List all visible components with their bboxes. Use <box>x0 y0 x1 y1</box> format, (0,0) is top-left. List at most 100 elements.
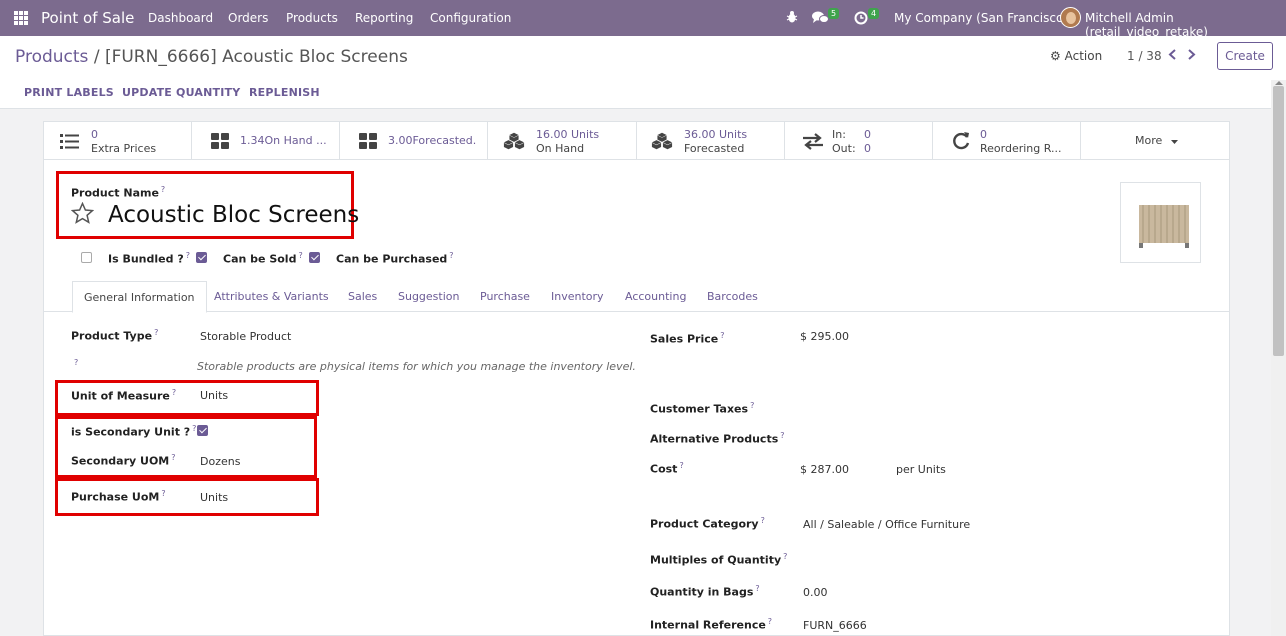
tab-purchase[interactable]: Purchase <box>480 290 530 303</box>
sales-price-label: Sales Price? <box>650 331 725 346</box>
bug-icon[interactable] <box>786 10 798 24</box>
breadcrumb: Products / [FURN_6666] Acoustic Bloc Scr… <box>15 47 408 67</box>
scroll-up-arrow-icon[interactable] <box>1275 81 1283 85</box>
on-hand-label: On Hand <box>536 142 585 155</box>
control-panel: Products / [FURN_6666] Acoustic Bloc Scr… <box>0 36 1286 109</box>
chevron-left-icon[interactable] <box>1168 49 1177 60</box>
extra-prices-button[interactable]: 0 Extra Prices <box>44 122 192 160</box>
user-avatar[interactable] <box>1060 7 1081 28</box>
vertical-scrollbar[interactable] <box>1271 80 1286 636</box>
exchange-arrows-icon <box>803 133 823 150</box>
reordering-count: 0 <box>980 128 987 141</box>
activities-clock-icon[interactable] <box>854 11 868 25</box>
is-secondary-unit-label: is Secondary Unit ?? <box>71 424 197 439</box>
messages-icon[interactable] <box>812 11 829 24</box>
action-label: Action <box>1064 49 1103 63</box>
product-category-label: Product Category? <box>650 516 765 531</box>
secondary-uom-label: Secondary UOM? <box>71 453 176 468</box>
purchase-uom-field[interactable]: Units <box>200 491 228 504</box>
reordering-rules-button[interactable]: 0 Reordering R... <box>933 122 1081 160</box>
can-be-sold-checkbox[interactable] <box>196 252 207 263</box>
extra-prices-label: Extra Prices <box>91 142 157 155</box>
form-tabs: General Information Attributes & Variant… <box>44 281 1229 313</box>
on-hand-variant-button[interactable]: 1.34On Hand ... <box>192 122 340 160</box>
secondary-uom-field[interactable]: Dozens <box>200 455 240 468</box>
forecasted-variant-button[interactable]: 3.00Forecasted. <box>340 122 488 160</box>
acoustic-screen-image <box>1139 205 1189 248</box>
uom-field[interactable]: Units <box>200 389 228 402</box>
grid-icon <box>359 133 377 149</box>
on-hand-value: 16.00 Units <box>536 128 600 141</box>
menu-configuration[interactable]: Configuration <box>430 11 511 25</box>
in-label: In: <box>832 128 846 141</box>
forecasted-variant-label: 3.00Forecasted. <box>388 134 477 147</box>
is-bundled-label: Is Bundled ?? <box>108 251 190 266</box>
product-name-label: Product Name? <box>71 185 166 200</box>
product-type-select[interactable]: Storable Product <box>200 330 291 343</box>
breadcrumb-products-link[interactable]: Products <box>15 47 88 67</box>
smart-buttons-bar: 0 Extra Prices 1.34On Hand ... 3.00Forec… <box>44 122 1229 160</box>
tab-sales[interactable]: Sales <box>348 290 377 303</box>
form-sheet: 0 Extra Prices 1.34On Hand ... 3.00Forec… <box>43 121 1230 636</box>
update-quantity-button[interactable]: UPDATE QUANTITY <box>122 86 240 99</box>
tab-barcodes[interactable]: Barcodes <box>707 290 758 303</box>
tab-attributes-variants[interactable]: Attributes & Variants <box>214 290 329 303</box>
on-hand-button[interactable]: 16.00 Units On Hand <box>488 122 637 160</box>
menu-products[interactable]: Products <box>286 11 338 25</box>
reordering-label: Reordering R... <box>980 142 1062 155</box>
multiples-of-quantity-label: Multiples of Quantity? <box>650 552 788 567</box>
on-hand-variant-label: 1.34On Hand ... <box>240 134 327 147</box>
product-category-field[interactable]: All / Saleable / Office Furniture <box>803 518 970 531</box>
caret-down-icon <box>1171 140 1178 144</box>
breadcrumb-current: [FURN_6666] Acoustic Bloc Screens <box>104 47 408 67</box>
top-navbar: Point of Sale Dashboard Orders Products … <box>0 0 1286 39</box>
tab-accounting[interactable]: Accounting <box>625 290 686 303</box>
cost-field[interactable]: $ 287.00 <box>800 463 849 476</box>
is-bundled-checkbox[interactable] <box>81 252 92 263</box>
product-type-help-text: Storable products are physical items for… <box>197 360 636 373</box>
sales-price-field[interactable]: $ 295.00 <box>800 330 849 343</box>
tab-general-information[interactable]: General Information <box>72 281 207 313</box>
replenish-button[interactable]: REPLENISH <box>249 86 320 99</box>
purchase-uom-label: Purchase UoM? <box>71 489 166 504</box>
list-icon <box>60 134 79 149</box>
user-menu[interactable]: Mitchell Admin (retail_video_retake) <box>1085 11 1286 39</box>
cost-unit-text: per Units <box>896 463 946 476</box>
menu-orders[interactable]: Orders <box>228 11 268 25</box>
can-be-purchased-checkbox[interactable] <box>309 252 320 263</box>
tab-suggestion[interactable]: Suggestion <box>398 290 460 303</box>
tab-inventory[interactable]: Inventory <box>551 290 604 303</box>
customer-taxes-label: Customer Taxes? <box>650 401 755 416</box>
app-name[interactable]: Point of Sale <box>41 9 134 27</box>
help-tooltip-icon[interactable]: ? <box>74 358 78 367</box>
scrollbar-thumb[interactable] <box>1273 86 1284 356</box>
forecasted-button[interactable]: 36.00 Units Forecasted <box>637 122 785 160</box>
refresh-icon <box>953 132 970 150</box>
more-button[interactable]: More <box>1081 122 1229 160</box>
internal-reference-field[interactable]: FURN_6666 <box>803 619 867 632</box>
pager-value[interactable]: 1 / 38 <box>1127 49 1162 63</box>
quantity-in-bags-label: Quantity in Bags? <box>650 584 760 599</box>
create-button[interactable]: Create <box>1217 42 1273 70</box>
product-type-label: Product Type? <box>71 328 159 343</box>
cost-label: Cost? <box>650 461 684 476</box>
cubes-icon <box>503 132 525 150</box>
in-value: 0 <box>864 128 871 141</box>
app-menu-icon[interactable] <box>14 11 28 25</box>
in-out-button[interactable]: In: 0 Out: 0 <box>785 122 933 160</box>
print-labels-button[interactable]: PRINT LABELS <box>24 86 114 99</box>
menu-reporting[interactable]: Reporting <box>355 11 413 25</box>
is-secondary-unit-checkbox[interactable] <box>197 425 208 436</box>
cubes-icon <box>651 132 673 150</box>
product-image[interactable] <box>1120 182 1201 263</box>
out-value: 0 <box>864 142 871 155</box>
star-favorite-icon[interactable] <box>71 202 94 224</box>
action-menu-button[interactable]: ⚙ Action <box>1050 49 1102 63</box>
uom-label: Unit of Measure? <box>71 388 177 403</box>
chevron-right-icon[interactable] <box>1187 49 1196 60</box>
quantity-in-bags-field[interactable]: 0.00 <box>803 586 828 599</box>
company-switcher[interactable]: My Company (San Francisco) <box>894 11 1068 25</box>
menu-dashboard[interactable]: Dashboard <box>148 11 213 25</box>
extra-prices-count: 0 <box>91 128 98 141</box>
product-name-field[interactable]: Acoustic Bloc Screens <box>108 202 359 228</box>
